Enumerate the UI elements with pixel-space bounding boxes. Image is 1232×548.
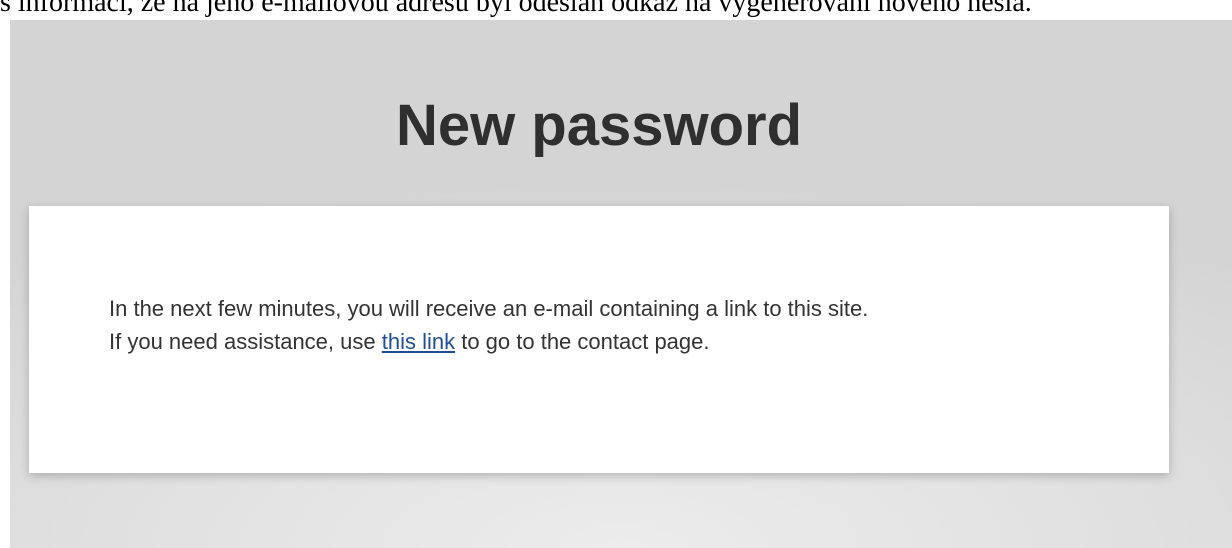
screenshot-panel: New password In the next few minutes, yo… [10,20,1232,548]
message-card: In the next few minutes, you will receiv… [29,206,1169,473]
contact-page-link[interactable]: this link [382,329,455,354]
document-caption: s informací, že na jeho e-mailovou adres… [0,0,1032,18]
message-line-2: If you need assistance, use this link to… [109,325,868,358]
message-line-2-before: If you need assistance, use [109,329,382,354]
message-line-2-after: to go to the contact page. [455,329,710,354]
page-title: New password [395,93,803,158]
message-body: In the next few minutes, you will receiv… [109,292,868,358]
message-line-1: In the next few minutes, you will receiv… [109,296,869,321]
